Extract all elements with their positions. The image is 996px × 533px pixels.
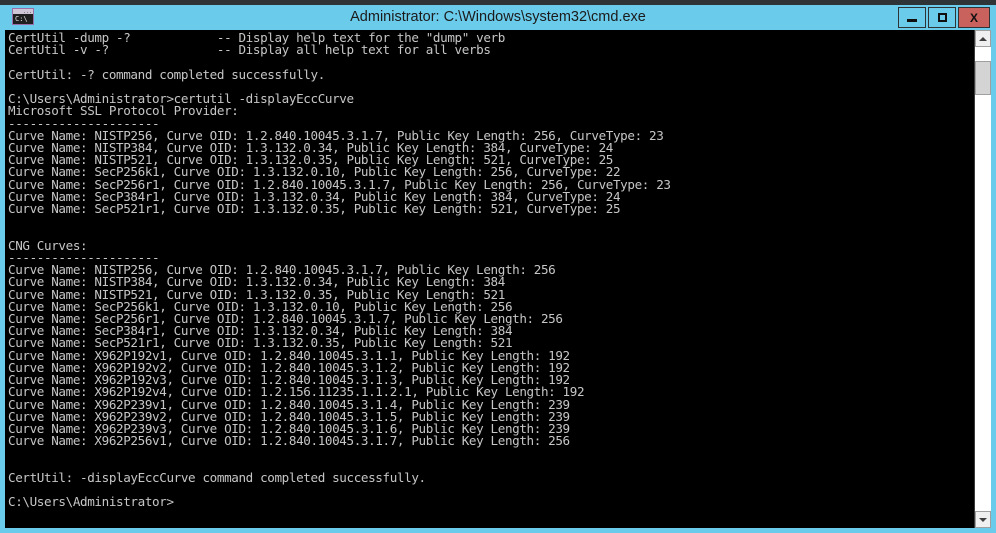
console-line: CertUtil: -? command completed successfu…	[8, 66, 325, 82]
window-title: Administrator: C:\Windows\system32\cmd.e…	[350, 9, 646, 25]
console-line: CertUtil -v -? -- Display all help text …	[8, 42, 491, 58]
maximize-button[interactable]	[928, 7, 956, 28]
console-output[interactable]: CertUtil -dump -? -- Display help text f…	[8, 32, 963, 526]
chevron-down-icon	[979, 517, 987, 522]
chevron-up-icon	[979, 36, 987, 41]
scrollbar-track[interactable]	[975, 47, 991, 511]
console-line: Curve Name: X962P256v1, Curve OID: 1.2.8…	[8, 433, 570, 449]
title-bar[interactable]: ... C:\ Administrator: C:\Windows\system…	[0, 5, 996, 30]
maximize-icon	[937, 13, 947, 22]
window-controls: X	[898, 7, 990, 28]
scrollbar-thumb[interactable]	[975, 61, 991, 95]
console-client-area[interactable]: CertUtil -dump -? -- Display help text f…	[5, 30, 991, 528]
console-line: Curve Name: SecP521r1, Curve OID: 1.3.13…	[8, 201, 621, 217]
scrollbar-up-button[interactable]	[975, 30, 991, 47]
console-line: CertUtil: -displayEccCurve command compl…	[8, 469, 426, 485]
minimize-button[interactable]	[898, 7, 926, 28]
scrollbar-down-button[interactable]	[975, 511, 991, 528]
console-line: C:\Users\Administrator>	[8, 494, 174, 510]
console-scrollbar[interactable]	[974, 30, 991, 528]
close-button[interactable]: X	[958, 7, 990, 28]
cmd-window: ... C:\ Administrator: C:\Windows\system…	[0, 0, 996, 533]
minimize-icon	[907, 18, 917, 22]
